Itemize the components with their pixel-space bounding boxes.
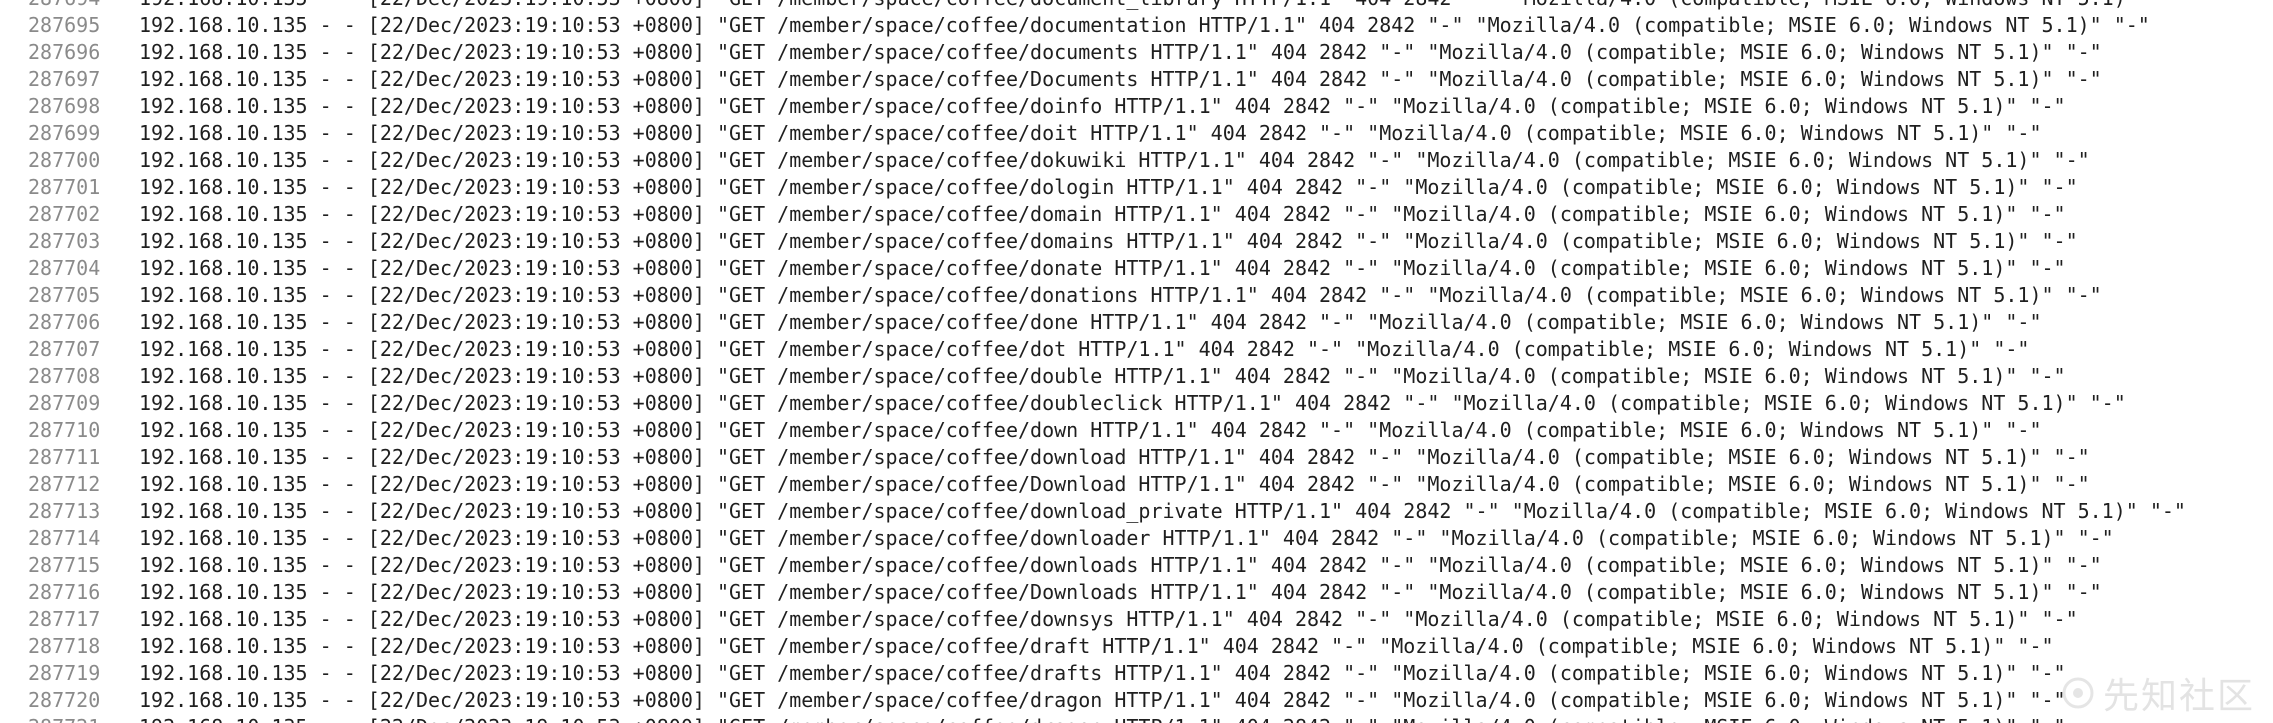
line-number: 287715 — [28, 553, 101, 577]
log-entry-text: 192.168.10.135 - - [22/Dec/2023:19:10:53… — [139, 526, 2114, 550]
log-entry-text: 192.168.10.135 - - [22/Dec/2023:19:10:53… — [139, 337, 2030, 361]
line-number: 287706 — [28, 310, 101, 334]
line-number: 287701 — [28, 175, 101, 199]
line-number: 287698 — [28, 94, 101, 118]
log-entry-text: 192.168.10.135 - - [22/Dec/2023:19:10:53… — [139, 202, 2066, 226]
log-line: 287711 192.168.10.135 - - [22/Dec/2023:1… — [0, 444, 2273, 471]
log-entry-text: 192.168.10.135 - - [22/Dec/2023:19:10:53… — [139, 40, 2102, 64]
line-number: 287700 — [28, 148, 101, 172]
log-line: 287716 192.168.10.135 - - [22/Dec/2023:1… — [0, 579, 2273, 606]
line-number: 287713 — [28, 499, 101, 523]
log-entry-text: 192.168.10.135 - - [22/Dec/2023:19:10:53… — [139, 148, 2090, 172]
log-entry-text: 192.168.10.135 - - [22/Dec/2023:19:10:53… — [139, 283, 2102, 307]
log-entry-text: 192.168.10.135 - - [22/Dec/2023:19:10:53… — [139, 418, 2042, 442]
log-line: 287715 192.168.10.135 - - [22/Dec/2023:1… — [0, 552, 2273, 579]
log-entry-text: 192.168.10.135 - - [22/Dec/2023:19:10:53… — [139, 661, 2066, 685]
log-line: 287702 192.168.10.135 - - [22/Dec/2023:1… — [0, 201, 2273, 228]
line-number: 287704 — [28, 256, 101, 280]
log-line: 287714 192.168.10.135 - - [22/Dec/2023:1… — [0, 525, 2273, 552]
line-number: 287702 — [28, 202, 101, 226]
line-number: 287708 — [28, 364, 101, 388]
log-entry-text: 192.168.10.135 - - [22/Dec/2023:19:10:53… — [139, 580, 2102, 604]
line-number: 287717 — [28, 607, 101, 631]
line-number: 287710 — [28, 418, 101, 442]
line-number: 287721 — [28, 714, 100, 723]
log-entry-text: 192.168.10.135 - - [22/Dec/2023:19:10:53… — [139, 607, 2078, 631]
log-line: 287713 192.168.10.135 - - [22/Dec/2023:1… — [0, 498, 2273, 525]
log-line: 287721 192.168.10.135 - - [22/Dec/2023:1… — [0, 714, 2273, 723]
log-entry-text: 192.168.10.135 - - [22/Dec/2023:19:10:53… — [139, 445, 2090, 469]
log-entry-text: 192.168.10.135 - - [22/Dec/2023:19:10:53… — [139, 688, 2066, 712]
line-number: 287718 — [28, 634, 101, 658]
log-entry-text: 192.168.10.135 - - [22/Dec/2023:19:10:53… — [139, 13, 2150, 37]
log-viewer: 287694 192.168.10.135 - - [22/Dec/2023:1… — [0, 0, 2273, 723]
line-number: 287703 — [28, 229, 101, 253]
log-entry-text: 192.168.10.135 - - [22/Dec/2023:19:10:53… — [139, 310, 2042, 334]
log-entry-text: 192.168.10.135 - - [22/Dec/2023:19:10:53… — [139, 256, 2066, 280]
log-line: 287701 192.168.10.135 - - [22/Dec/2023:1… — [0, 174, 2273, 201]
log-line: 287698 192.168.10.135 - - [22/Dec/2023:1… — [0, 93, 2273, 120]
log-line: 287703 192.168.10.135 - - [22/Dec/2023:1… — [0, 228, 2273, 255]
log-line: 287710 192.168.10.135 - - [22/Dec/2023:1… — [0, 417, 2273, 444]
log-line: 287709 192.168.10.135 - - [22/Dec/2023:1… — [0, 390, 2273, 417]
log-line: 287699 192.168.10.135 - - [22/Dec/2023:1… — [0, 120, 2273, 147]
log-line: 287706 192.168.10.135 - - [22/Dec/2023:1… — [0, 309, 2273, 336]
log-entry-text: 192.168.10.135 - - [22/Dec/2023:19:10:53… — [139, 121, 2042, 145]
line-number: 287696 — [28, 40, 101, 64]
line-number: 287699 — [28, 121, 101, 145]
line-number: 287697 — [28, 67, 101, 91]
log-entry-text: 192.168.10.135 - - [22/Dec/2023:19:10:53… — [139, 391, 2126, 415]
line-number: 287694 — [28, 0, 100, 12]
log-entry-text: 192.168.10.135 - - [22/Dec/2023:19:10:53… — [139, 714, 2066, 723]
log-entry-text: 192.168.10.135 - - [22/Dec/2023:19:10:53… — [139, 472, 2090, 496]
log-entry-text: 192.168.10.135 - - [22/Dec/2023:19:10:53… — [139, 634, 2054, 658]
log-line: 287704 192.168.10.135 - - [22/Dec/2023:1… — [0, 255, 2273, 282]
log-entry-text: 192.168.10.135 - - [22/Dec/2023:19:10:53… — [139, 229, 2078, 253]
log-line: 287695 192.168.10.135 - - [22/Dec/2023:1… — [0, 12, 2273, 39]
log-line: 287708 192.168.10.135 - - [22/Dec/2023:1… — [0, 363, 2273, 390]
log-line: 287717 192.168.10.135 - - [22/Dec/2023:1… — [0, 606, 2273, 633]
line-number: 287714 — [28, 526, 101, 550]
log-line: 287697 192.168.10.135 - - [22/Dec/2023:1… — [0, 66, 2273, 93]
log-line: 287696 192.168.10.135 - - [22/Dec/2023:1… — [0, 39, 2273, 66]
log-entry-text: 192.168.10.135 - - [22/Dec/2023:19:10:53… — [139, 94, 2066, 118]
line-number: 287712 — [28, 472, 101, 496]
log-line: 287705 192.168.10.135 - - [22/Dec/2023:1… — [0, 282, 2273, 309]
log-entry-text: 192.168.10.135 - - [22/Dec/2023:19:10:53… — [139, 553, 2102, 577]
line-number: 287720 — [28, 688, 101, 712]
log-entry-text: 192.168.10.135 - - [22/Dec/2023:19:10:53… — [139, 67, 2102, 91]
log-line: 287718 192.168.10.135 - - [22/Dec/2023:1… — [0, 633, 2273, 660]
log-entry-text: 192.168.10.135 - - [22/Dec/2023:19:10:53… — [139, 175, 2078, 199]
line-number: 287695 — [28, 13, 101, 37]
line-number: 287711 — [28, 445, 101, 469]
line-number: 287705 — [28, 283, 101, 307]
log-entry-text: 192.168.10.135 - - [22/Dec/2023:19:10:53… — [139, 0, 2186, 12]
log-entry-text: 192.168.10.135 - - [22/Dec/2023:19:10:53… — [139, 364, 2066, 388]
log-line: 287720 192.168.10.135 - - [22/Dec/2023:1… — [0, 687, 2273, 714]
log-line: 287694 192.168.10.135 - - [22/Dec/2023:1… — [0, 0, 2273, 12]
log-line: 287707 192.168.10.135 - - [22/Dec/2023:1… — [0, 336, 2273, 363]
line-number: 287707 — [28, 337, 101, 361]
line-number: 287709 — [28, 391, 101, 415]
line-number: 287716 — [28, 580, 101, 604]
line-number: 287719 — [28, 661, 101, 685]
log-entry-text: 192.168.10.135 - - [22/Dec/2023:19:10:53… — [139, 499, 2186, 523]
log-line: 287712 192.168.10.135 - - [22/Dec/2023:1… — [0, 471, 2273, 498]
log-line: 287700 192.168.10.135 - - [22/Dec/2023:1… — [0, 147, 2273, 174]
log-line: 287719 192.168.10.135 - - [22/Dec/2023:1… — [0, 660, 2273, 687]
